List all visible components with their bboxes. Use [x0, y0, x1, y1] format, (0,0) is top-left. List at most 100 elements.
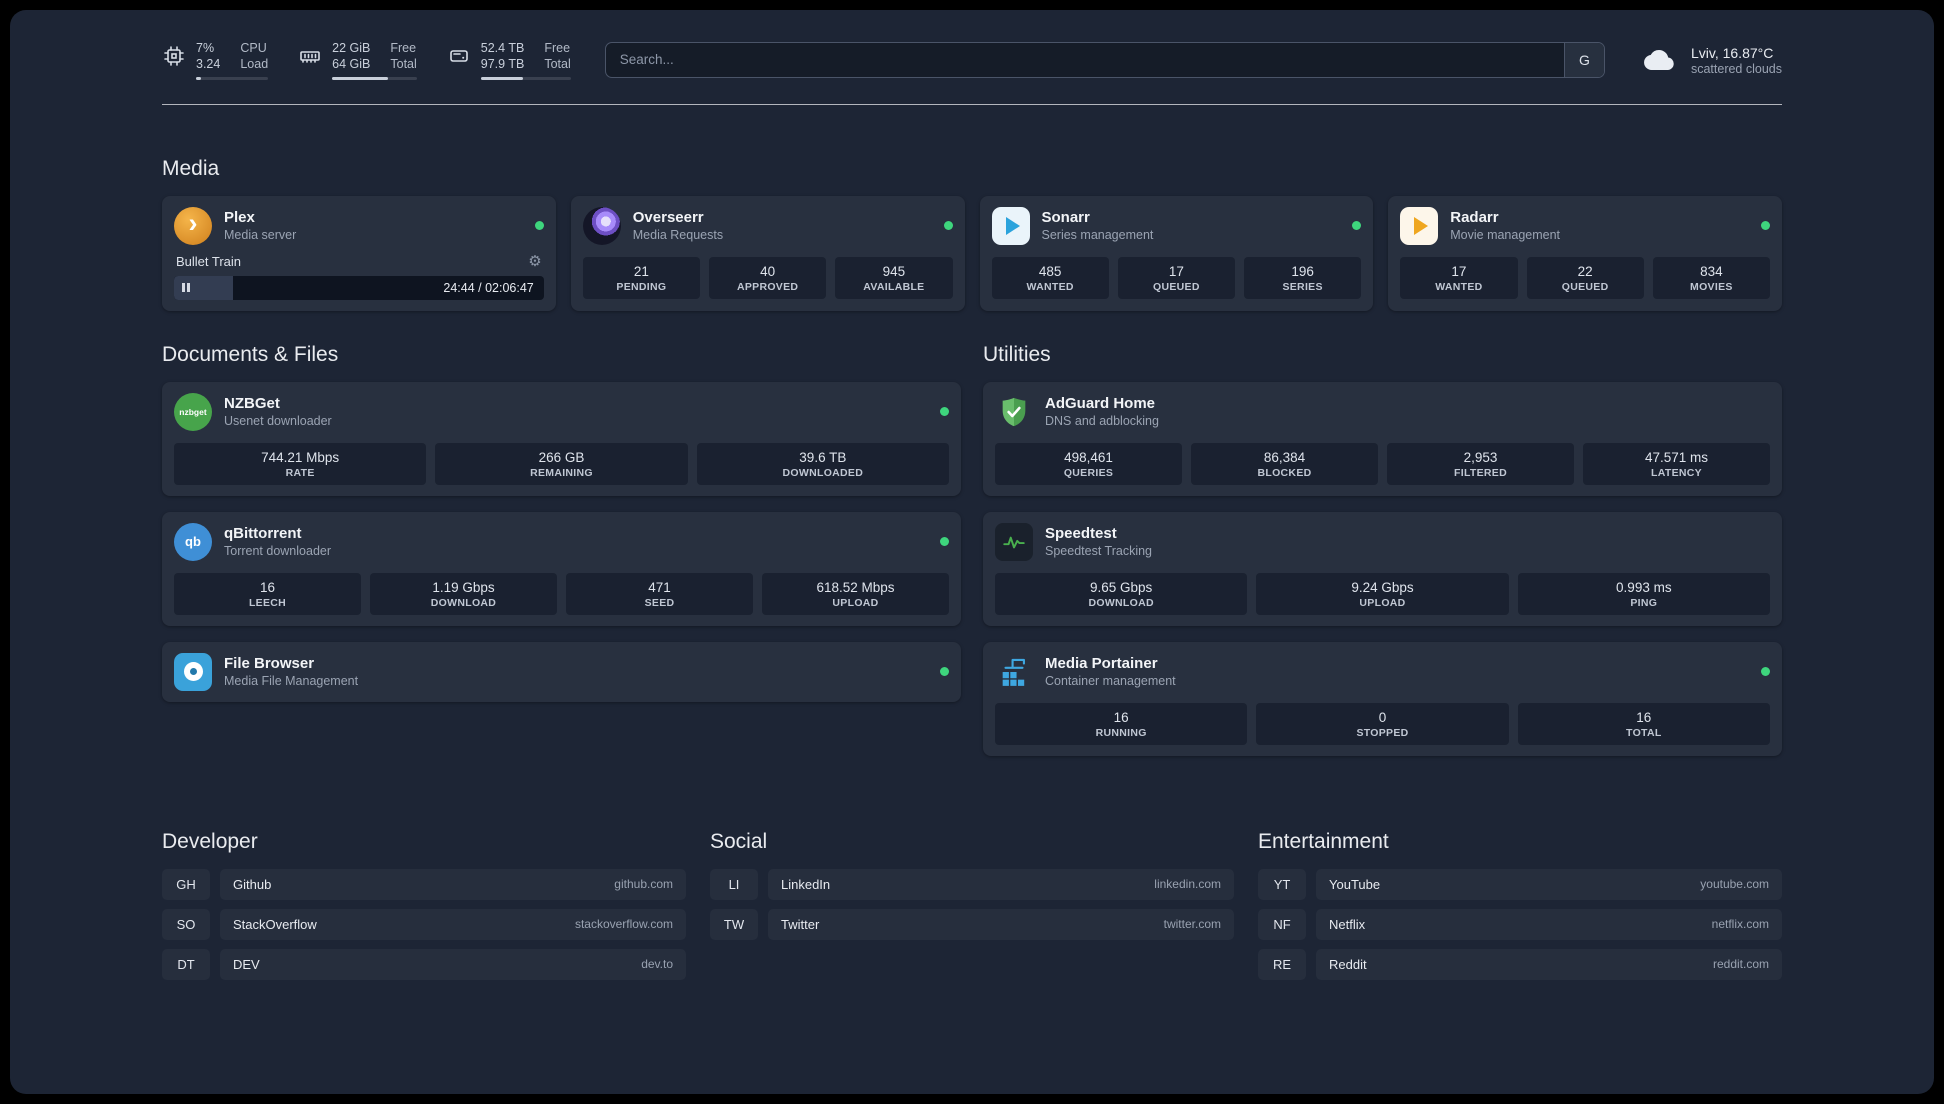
service-name: NZBGet — [224, 394, 280, 412]
section-documents: Documents & Files nzbget NZBGet Usenet d… — [162, 343, 961, 718]
bookmark-abbr: DT — [162, 948, 210, 980]
playback-progress-bar[interactable]: 24:44 / 02:06:47 — [174, 275, 544, 300]
bookmark-name: Reddit — [1329, 956, 1367, 972]
service-subtitle: Media server — [224, 228, 297, 243]
stat-tile: 21 PENDING — [582, 256, 700, 299]
service-card-nzbget[interactable]: nzbget NZBGet Usenet downloader 744.21 M… — [162, 381, 961, 496]
disk-free-value: 52.4 TB — [480, 41, 525, 55]
stat-tile: 16 TOTAL — [1517, 702, 1770, 745]
section-title-documents: Documents & Files — [162, 342, 339, 366]
overseerr-icon — [582, 206, 621, 245]
bookmark-name: LinkedIn — [781, 876, 831, 892]
service-card-plex[interactable]: Plex Media server Bullet Train ⚙ — [162, 195, 556, 311]
stat-tile: 2,953 FILTERED — [1387, 442, 1574, 485]
bookmark-name: DEV — [233, 956, 260, 972]
service-subtitle: Media Requests — [632, 228, 724, 243]
stat-tile: 945 AVAILABLE — [835, 256, 953, 299]
bookmark-name: Netflix — [1329, 916, 1366, 932]
bookmark-abbr: SO — [162, 908, 210, 940]
bookmark-name: Github — [233, 876, 272, 892]
bookmark-abbr: LI — [710, 868, 758, 900]
bookmark-url: stackoverflow.com — [574, 917, 673, 931]
bookmark-url: dev.to — [641, 957, 673, 971]
service-card-speedtest[interactable]: Speedtest Speedtest Tracking 9.65 Gbps DO… — [983, 511, 1782, 626]
plex-icon — [174, 206, 212, 245]
stat-tile: 618.52 Mbps UPLOAD — [762, 572, 949, 615]
bookmark-youtube[interactable]: YT YouTube youtube.com — [1258, 868, 1782, 900]
stat-tile: 0 STOPPED — [1256, 702, 1509, 745]
bookmark-abbr: RE — [1258, 948, 1306, 980]
stat-tile: 22 QUEUED — [1526, 256, 1644, 299]
adguard-icon — [995, 393, 1033, 431]
bookmark-reddit[interactable]: RE Reddit reddit.com — [1258, 948, 1782, 980]
service-card-sonarr[interactable]: Sonarr Series management 485 WANTED 17 QUE… — [979, 195, 1374, 311]
weather-condition: scattered clouds — [1690, 61, 1782, 76]
section-utilities: Utilities AdGuard Home DNS and adblockin… — [983, 343, 1782, 772]
bookmark-github[interactable]: GH Github github.com — [162, 868, 686, 900]
bookmark-netflix[interactable]: NF Netflix netflix.com — [1258, 908, 1782, 940]
service-subtitle: Media File Management — [224, 674, 359, 689]
status-dot — [940, 537, 949, 546]
stat-tile: 834 MOVIES — [1652, 256, 1770, 299]
service-card-adguard[interactable]: AdGuard Home DNS and adblocking 498,461 Q… — [983, 381, 1782, 496]
bookmark-stackoverflow[interactable]: SO StackOverflow stackoverflow.com — [162, 908, 686, 940]
service-name: Radarr — [1450, 208, 1499, 226]
cpu-widget: 7% 3.24 CPU Load — [162, 40, 269, 80]
service-subtitle: Torrent downloader — [224, 544, 332, 559]
header-divider — [162, 103, 1782, 105]
bookmark-linkedin[interactable]: LI LinkedIn linkedin.com — [710, 868, 1234, 900]
service-card-qbittorrent[interactable]: qb qBittorrent Torrent downloader 16 LEEC… — [162, 511, 961, 626]
search-bar: G — [604, 41, 1605, 78]
service-subtitle: Container management — [1045, 674, 1176, 689]
stat-tile: 0.993 ms PING — [1517, 572, 1770, 615]
memory-free-label: Free — [390, 41, 417, 55]
weather-location: Lviv, 16.87°C — [1690, 44, 1774, 61]
memory-icon — [298, 44, 322, 68]
bookmark-dev[interactable]: DT DEV dev.to — [162, 948, 686, 980]
section-title-media: Media — [162, 156, 220, 180]
cpu-label: CPU — [240, 41, 267, 55]
search-input[interactable] — [605, 42, 1564, 77]
bookmark-url: github.com — [614, 877, 673, 891]
stat-tile: 40 APPROVED — [709, 256, 827, 299]
cpu-load-label: Load — [240, 57, 269, 72]
memory-total-label: Total — [390, 57, 417, 72]
service-subtitle: Movie management — [1450, 228, 1561, 243]
gear-icon[interactable]: ⚙ — [528, 254, 541, 269]
memory-total-value: 64 GiB — [332, 57, 371, 72]
memory-usage-bar — [332, 76, 417, 80]
bookmark-twitter[interactable]: TW Twitter twitter.com — [710, 908, 1234, 940]
disk-usage-bar — [480, 76, 571, 80]
status-dot — [940, 407, 949, 416]
search-provider-button[interactable]: G — [1563, 42, 1604, 77]
cpu-load-value: 3.24 — [196, 57, 221, 72]
nzbget-icon: nzbget — [174, 392, 212, 431]
service-card-overseerr[interactable]: Overseerr Media Requests 21 PENDING 40 APP… — [570, 195, 965, 311]
bookmark-name: StackOverflow — [233, 916, 317, 932]
bookmark-abbr: TW — [710, 908, 758, 940]
stat-tile: 471 SEED — [566, 572, 753, 615]
stat-tile: 17 WANTED — [1400, 256, 1518, 299]
now-playing-title: Bullet Train — [176, 253, 242, 269]
service-name: Plex — [224, 208, 255, 226]
service-card-portainer[interactable]: Media Portainer Container management 16 R… — [983, 641, 1782, 756]
stat-tile: 86,384 BLOCKED — [1191, 442, 1378, 485]
pause-icon[interactable] — [182, 279, 192, 297]
bookmark-url: youtube.com — [1700, 877, 1769, 891]
stat-tile: 39.6 TB DOWNLOADED — [696, 442, 949, 485]
filebrowser-icon — [174, 652, 212, 691]
service-card-radarr[interactable]: Radarr Movie management 17 WANTED 22 QUEUE… — [1388, 195, 1782, 311]
bookmark-url: reddit.com — [1712, 957, 1769, 971]
service-card-filebrowser[interactable]: File Browser Media File Management — [162, 641, 961, 702]
weather-widget: Lviv, 16.87°C scattered clouds — [1639, 44, 1782, 76]
stat-tile: 266 GB REMAINING — [435, 442, 688, 485]
stat-tile: 498,461 QUERIES — [995, 442, 1182, 485]
disk-total-label: Total — [544, 57, 571, 72]
bookmark-name: YouTube — [1329, 876, 1381, 892]
cpu-usage-value: 7% — [196, 41, 215, 55]
status-dot — [940, 667, 949, 676]
stat-tile: 196 SERIES — [1244, 256, 1362, 299]
stat-tile: 1.19 Gbps DOWNLOAD — [370, 572, 557, 615]
bookmark-group-developer: Developer GH Github github.com SO StackOv… — [162, 830, 686, 989]
stat-tile: 17 QUEUED — [1117, 256, 1235, 299]
